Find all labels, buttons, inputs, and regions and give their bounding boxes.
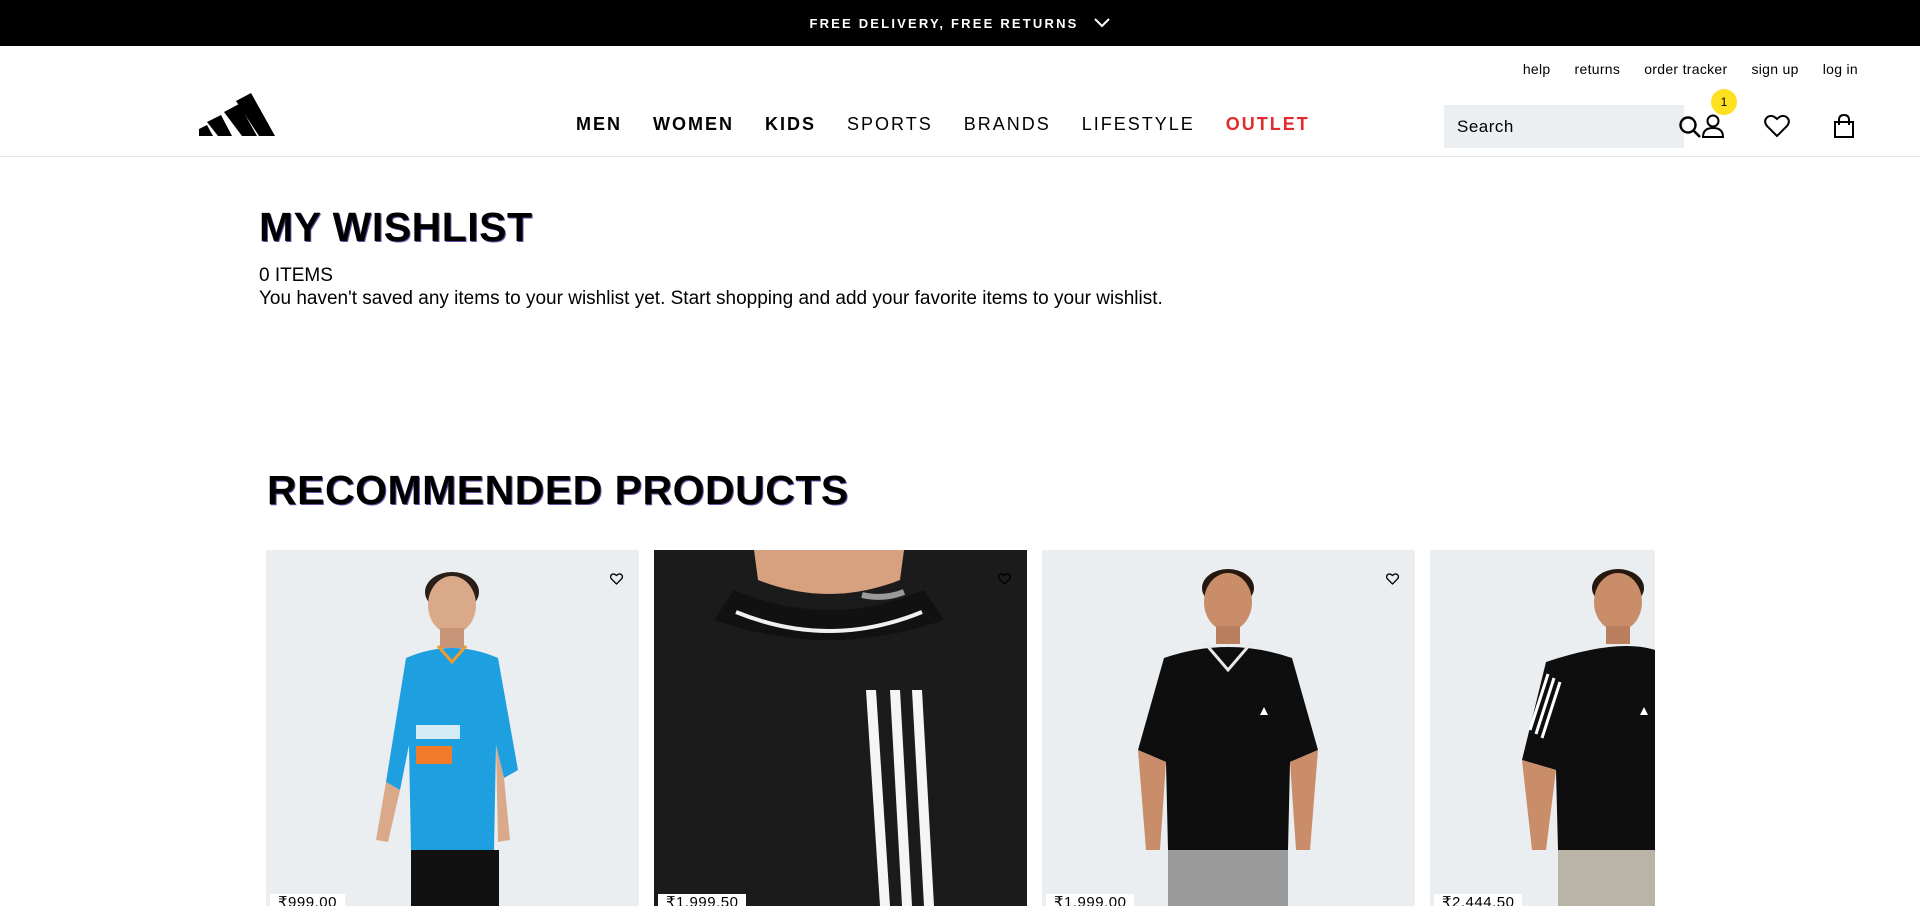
product-card[interactable]: ₹999.00 [266,550,639,906]
heart-icon[interactable] [1762,111,1792,141]
main-nav: MEN WOMEN KIDS SPORTS BRANDS LIFESTYLE O… [576,114,1310,135]
nav-kids[interactable]: KIDS [765,114,816,135]
returns-link[interactable]: returns [1575,61,1621,77]
search-input[interactable] [1457,116,1678,137]
account-icon[interactable] [1698,111,1728,141]
page-title: MY WISHLIST [259,204,533,250]
account-badge: 1 [1711,89,1737,115]
nav-lifestyle[interactable]: LIFESTYLE [1082,114,1195,135]
chevron-down-icon[interactable] [1093,14,1111,32]
promo-bar[interactable]: FREE DELIVERY, FREE RETURNS [0,0,1920,46]
order-tracker-link[interactable]: order tracker [1644,61,1727,77]
site-header: help returns order tracker sign up log i… [0,46,1920,157]
product-carousel: ₹999.00 ₹1,999.50 ₹1,999.00 ₹2,444.50 [266,550,1655,906]
help-link[interactable]: help [1523,61,1551,77]
product-price: ₹1,999.50 [658,894,747,906]
product-card[interactable]: ₹2,444.50 [1430,550,1655,906]
adidas-logo[interactable] [199,88,275,138]
heart-icon[interactable] [995,570,1013,588]
nav-men[interactable]: MEN [576,114,622,135]
product-image [1522,569,1655,906]
nav-outlet[interactable]: OUTLET [1226,114,1310,135]
nav-brands[interactable]: BRANDS [964,114,1051,135]
product-card[interactable]: ₹1,999.00 [1042,550,1415,906]
nav-sports[interactable]: SPORTS [847,114,933,135]
sign-up-link[interactable]: sign up [1751,61,1798,77]
product-price: ₹999.00 [270,894,345,906]
product-image [654,550,1027,906]
recommended-title: RECOMMENDED PRODUCTS [267,467,849,513]
product-price: ₹1,999.00 [1046,894,1135,906]
utility-nav: help returns order tracker sign up log i… [1523,61,1858,77]
shopping-bag-icon[interactable] [1829,111,1859,141]
empty-wishlist-message: You haven't saved any items to your wish… [259,287,1163,309]
wishlist-section: MY WISHLIST 0 ITEMS You haven't saved an… [259,207,1163,311]
heart-icon[interactable] [607,570,625,588]
nav-women[interactable]: WOMEN [653,114,734,135]
log-in-link[interactable]: log in [1823,61,1858,77]
product-card[interactable]: ₹1,999.50 [654,550,1027,906]
product-image [376,572,518,906]
items-count: 0 ITEMS [259,265,333,286]
heart-icon[interactable] [1383,570,1401,588]
search-box[interactable] [1444,105,1701,148]
product-price: ₹2,444.50 [1434,894,1523,906]
product-image [1138,569,1318,906]
promo-text[interactable]: FREE DELIVERY, FREE RETURNS [809,16,1078,31]
